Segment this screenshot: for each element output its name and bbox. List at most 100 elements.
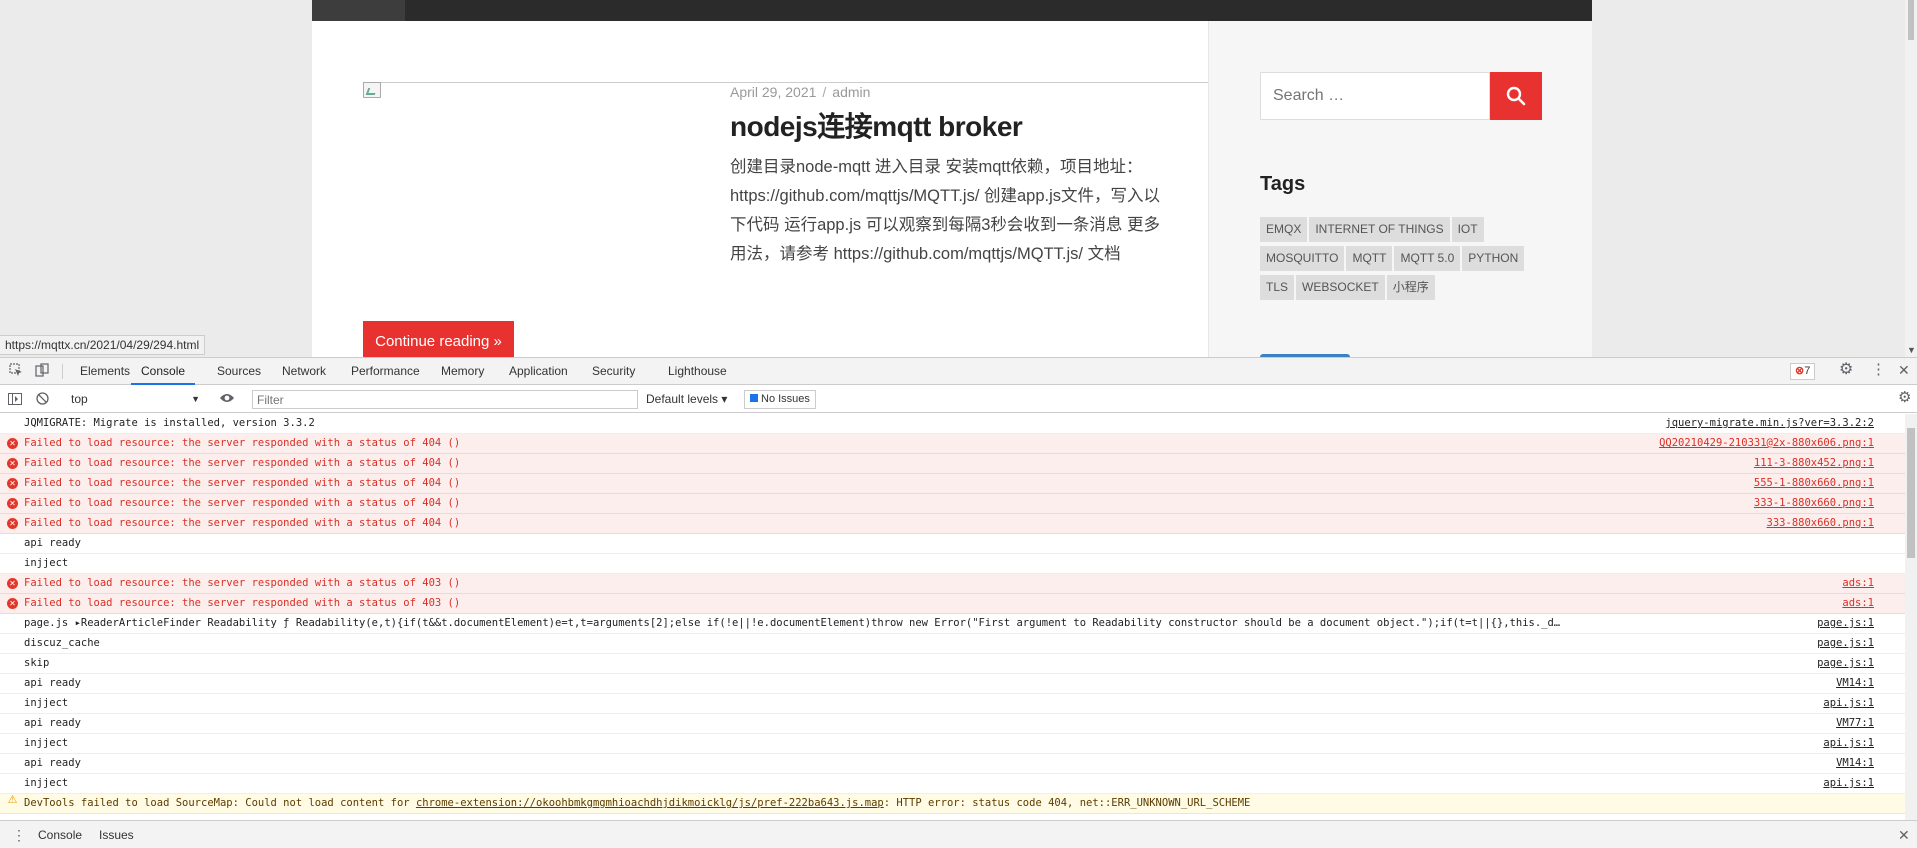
console-source-link[interactable]: 333-1-880x660.png:1: [1754, 494, 1874, 513]
console-log-row[interactable]: injject api.js:1: [0, 694, 1905, 714]
tag-link[interactable]: EMQX: [1260, 217, 1308, 242]
tab-lighthouse[interactable]: Lighthouse: [668, 358, 727, 385]
console-message-text: Failed to load resource: the server resp…: [24, 517, 461, 529]
console-error-row[interactable]: ✕ Failed to load resource: the server res…: [0, 514, 1905, 534]
console-source-link[interactable]: 555-1-880x660.png:1: [1754, 474, 1874, 493]
console-message-text: api ready: [24, 677, 81, 689]
console-error-row[interactable]: ✕ Failed to load resource: the server res…: [0, 594, 1905, 614]
console-log-row[interactable]: api ready VM14:1: [0, 674, 1905, 694]
more-options-icon[interactable]: ⋮: [1871, 362, 1886, 378]
console-log-row[interactable]: api ready VM77:1: [0, 714, 1905, 734]
console-source-link[interactable]: VM14:1: [1836, 754, 1874, 773]
search-input[interactable]: [1261, 73, 1490, 119]
console-source-link[interactable]: page.js:1: [1817, 614, 1874, 633]
post-date[interactable]: April 29, 2021: [730, 84, 816, 100]
console-warning-text: DevTools failed to load SourceMap: Could…: [24, 794, 1634, 813]
post-author[interactable]: admin: [832, 84, 870, 100]
post-title[interactable]: nodejs连接mqtt broker: [730, 105, 1023, 145]
console-scrollbar[interactable]: [1905, 414, 1917, 820]
nav-active-item[interactable]: [312, 0, 405, 21]
tag-link[interactable]: 小程序: [1386, 275, 1435, 300]
console-source-link[interactable]: VM77:1: [1836, 714, 1874, 733]
page-scrollbar[interactable]: ▼: [1905, 0, 1917, 357]
console-error-row[interactable]: ✕ Failed to load resource: the server res…: [0, 494, 1905, 514]
console-error-row[interactable]: ✕ Failed to load resource: the server res…: [0, 574, 1905, 594]
error-count-badge[interactable]: ⊗7: [1790, 363, 1816, 380]
console-source-link[interactable]: ads:1: [1842, 594, 1874, 613]
clear-console-icon[interactable]: [36, 392, 49, 408]
console-scrollbar-thumb[interactable]: [1907, 428, 1915, 558]
console-source-link[interactable]: jquery-migrate.min.js?ver=3.3.2:2: [1665, 414, 1874, 433]
live-expression-eye-icon[interactable]: [219, 391, 235, 407]
tab-elements[interactable]: Elements: [80, 358, 130, 385]
close-devtools-icon[interactable]: ✕: [1898, 362, 1910, 378]
inspect-element-icon[interactable]: [9, 363, 23, 380]
tab-memory[interactable]: Memory: [441, 358, 484, 385]
console-error-row[interactable]: ✕ Failed to load resource: the server res…: [0, 454, 1905, 474]
console-error-row[interactable]: ✕ Failed to load resource: the server res…: [0, 434, 1905, 454]
console-message-text: injject: [24, 557, 69, 569]
scroll-down-arrow-icon[interactable]: ▼: [1907, 345, 1916, 355]
drawer-menu-icon[interactable]: ⋮: [12, 827, 26, 843]
tag-link[interactable]: IOT: [1451, 217, 1484, 242]
console-source-link[interactable]: api.js:1: [1823, 774, 1874, 793]
device-toolbar-icon[interactable]: [35, 363, 49, 380]
console-log-row[interactable]: injject api.js:1: [0, 734, 1905, 754]
console-source-link[interactable]: api.js:1: [1823, 694, 1874, 713]
tag-link[interactable]: TLS: [1260, 275, 1295, 300]
console-log-row[interactable]: skip page.js:1: [0, 654, 1905, 674]
sourcemap-link[interactable]: chrome-extension://okoohbmkgmgmhioachdhj…: [416, 797, 884, 809]
tag-link[interactable]: PYTHON: [1462, 246, 1525, 271]
console-source-link[interactable]: api.js:1: [1823, 734, 1874, 753]
tab-console[interactable]: Console: [131, 358, 196, 385]
console-filter-input[interactable]: [252, 390, 638, 409]
console-log-row[interactable]: api ready VM14:1: [0, 754, 1905, 774]
console-log-row[interactable]: injject api.js:1: [0, 774, 1905, 794]
close-drawer-icon[interactable]: ✕: [1898, 827, 1910, 843]
console-log-row[interactable]: page.js ▸ReaderArticleFinder Readability…: [0, 614, 1905, 634]
console-source-link[interactable]: 111-3-880x452.png:1: [1754, 454, 1874, 473]
issues-button[interactable]: No Issues: [744, 390, 816, 409]
tag-link[interactable]: MQTT: [1346, 246, 1393, 271]
warning-prefix: DevTools failed to load SourceMap: Could…: [24, 797, 416, 809]
console-error-row[interactable]: ✕ Failed to load resource: the server res…: [0, 474, 1905, 494]
tab-sources[interactable]: Sources: [217, 358, 261, 385]
error-count: 7: [1804, 365, 1811, 377]
tab-performance[interactable]: Performance: [351, 358, 420, 385]
tag-link[interactable]: MOSQUITTO: [1260, 246, 1345, 271]
drawer-tab-console[interactable]: Console: [30, 821, 90, 848]
search-button[interactable]: [1490, 72, 1542, 120]
sidebar-toggle-icon[interactable]: [8, 392, 22, 408]
console-warning-row[interactable]: ⚠ DevTools failed to load SourceMap: Coul…: [0, 794, 1905, 814]
log-levels-dropdown[interactable]: Default levels ▾: [646, 390, 727, 409]
settings-gear-icon[interactable]: ⚙: [1839, 362, 1853, 378]
devtools-drawer: ⋮ Console Issues ✕: [0, 820, 1917, 848]
drawer-tab-issues[interactable]: Issues: [99, 821, 134, 848]
console-log-row[interactable]: api ready: [0, 534, 1905, 554]
console-log-row[interactable]: discuz_cache page.js:1: [0, 634, 1905, 654]
tag-link[interactable]: WEBSOCKET: [1296, 275, 1385, 300]
tags-heading: Tags: [1260, 173, 1306, 195]
console-log-row[interactable]: injject: [0, 554, 1905, 574]
context-selector[interactable]: top ▼: [66, 390, 204, 409]
console-source-link[interactable]: page.js:1: [1817, 654, 1874, 673]
console-source-link[interactable]: QQ20210429-210331@2x-880x606.png:1: [1659, 434, 1874, 453]
broken-image-icon[interactable]: [363, 82, 381, 98]
tab-security[interactable]: Security: [592, 358, 635, 385]
continue-reading-button[interactable]: Continue reading »: [363, 321, 514, 357]
tab-network[interactable]: Network: [282, 358, 326, 385]
tag-link[interactable]: MQTT 5.0: [1394, 246, 1461, 271]
console-source-link[interactable]: VM14:1: [1836, 674, 1874, 693]
console-log-row[interactable]: JQMIGRATE: Migrate is installed, version…: [0, 414, 1905, 434]
console-source-link[interactable]: 333-880x660.png:1: [1767, 514, 1874, 533]
tab-application[interactable]: Application: [509, 358, 568, 385]
console-source-link[interactable]: ads:1: [1842, 574, 1874, 593]
console-source-link[interactable]: page.js:1: [1817, 634, 1874, 653]
warning-icon: ⚠: [7, 793, 18, 806]
warning-suffix: : HTTP error: status code 404, net::ERR_…: [883, 797, 1251, 809]
page-scrollbar-thumb[interactable]: [1908, 0, 1914, 40]
tag-link[interactable]: INTERNET OF THINGS: [1309, 217, 1450, 242]
error-icon: ✕: [7, 518, 18, 529]
console-settings-gear-icon[interactable]: ⚙: [1898, 390, 1911, 406]
search-field[interactable]: [1260, 72, 1490, 120]
